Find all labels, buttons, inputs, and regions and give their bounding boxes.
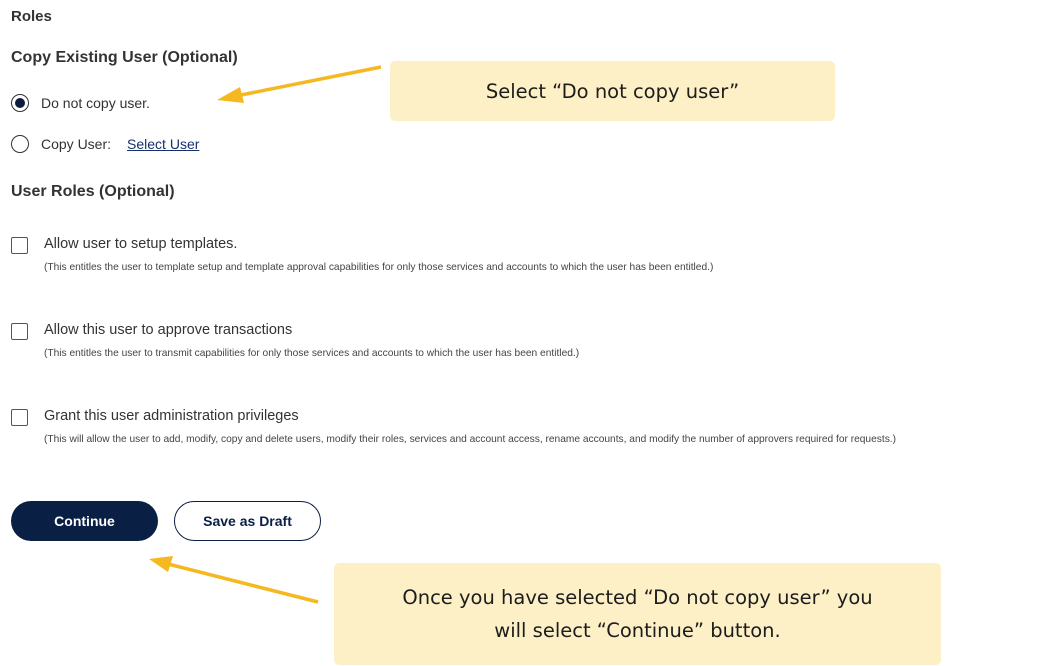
- arrow-to-do-not-copy: [235, 65, 382, 98]
- arrow-to-continue: [167, 562, 319, 604]
- arrow-head-2: [149, 556, 173, 572]
- annotation-arrows: [149, 65, 382, 604]
- arrow-head-1: [217, 87, 244, 103]
